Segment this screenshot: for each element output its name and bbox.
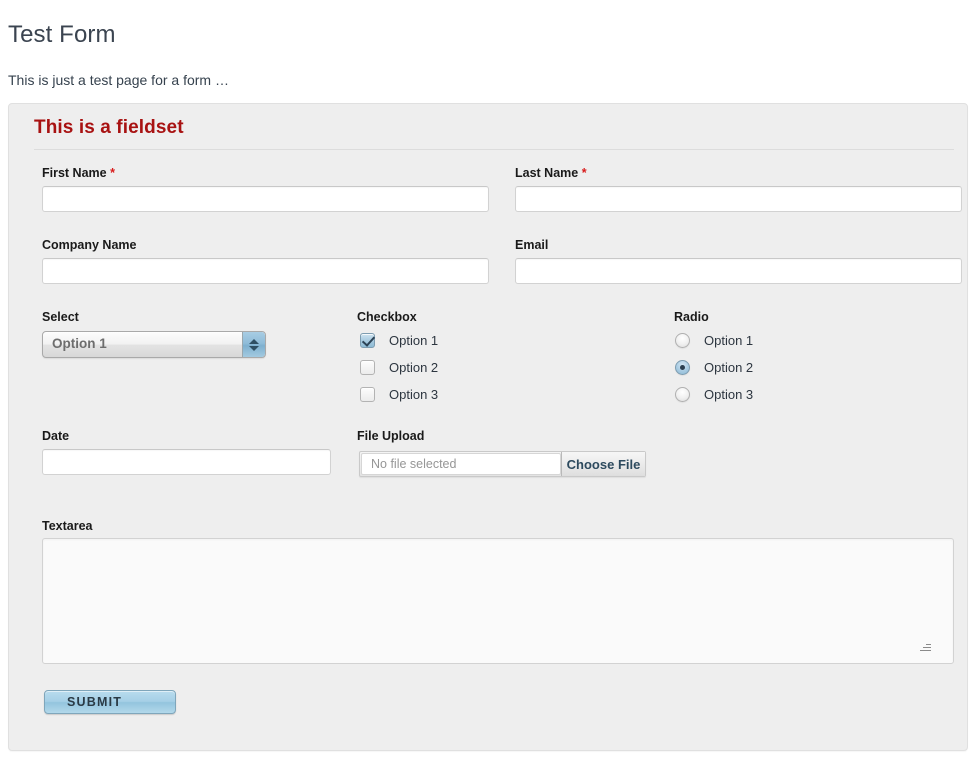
checkbox-option-1-label: Option 1 [389, 333, 439, 348]
last-name-input[interactable] [515, 186, 962, 212]
select-label: Select [42, 310, 79, 324]
radio-icon-unselected[interactable] [675, 387, 690, 402]
checkbox-option-1[interactable]: Option 1 [360, 333, 438, 348]
date-input[interactable] [42, 449, 331, 475]
fieldset-legend: This is a fieldset [34, 117, 184, 138]
first-name-label-text: First Name [42, 166, 107, 180]
legend-divider [34, 149, 954, 150]
company-name-input[interactable] [42, 258, 489, 284]
checkbox-icon-checked[interactable] [360, 333, 375, 348]
chevron-up-icon [249, 338, 259, 344]
company-name-label: Company Name [42, 238, 137, 252]
first-name-label: First Name * [42, 166, 115, 180]
select-dropdown[interactable]: Option 1 [42, 331, 266, 358]
page-title: Test Form [8, 21, 116, 49]
choose-file-button[interactable]: Choose File [561, 452, 645, 476]
form-page: Test Form This is just a test page for a… [0, 0, 977, 760]
radio-option-3-label: Option 3 [704, 387, 754, 402]
last-name-required-mark: * [581, 166, 587, 180]
email-label: Email [515, 238, 549, 252]
first-name-input[interactable] [42, 186, 489, 212]
first-name-required-mark: * [110, 166, 115, 180]
checkbox-option-2[interactable]: Option 2 [360, 360, 438, 375]
select-stepper-icon[interactable] [242, 332, 265, 357]
checkbox-icon-unchecked[interactable] [360, 360, 375, 375]
radio-option-3[interactable]: Option 3 [675, 387, 753, 402]
chevron-down-icon [249, 345, 259, 351]
radio-option-1-label: Option 1 [704, 333, 754, 348]
radio-group-label: Radio [674, 310, 709, 324]
textarea-label: Textarea [42, 519, 93, 533]
radio-icon-unselected[interactable] [675, 333, 690, 348]
last-name-label: Last Name * [515, 166, 587, 180]
textarea-input[interactable] [42, 538, 954, 664]
checkbox-option-3-label: Option 3 [389, 387, 439, 402]
checkbox-icon-unchecked[interactable] [360, 387, 375, 402]
radio-icon-selected[interactable] [675, 360, 690, 375]
checkbox-option-2-label: Option 2 [389, 360, 439, 375]
date-label: Date [42, 429, 70, 443]
last-name-label-text: Last Name [515, 166, 579, 180]
radio-option-2-label: Option 2 [704, 360, 754, 375]
file-upload-control[interactable]: No file selected Choose File [359, 451, 646, 477]
select-selected-value: Option 1 [52, 336, 107, 351]
file-name-display: No file selected [361, 453, 561, 475]
email-input[interactable] [515, 258, 962, 284]
radio-option-2[interactable]: Option 2 [675, 360, 753, 375]
checkbox-option-3[interactable]: Option 3 [360, 387, 438, 402]
page-intro-text: This is just a test page for a form … [8, 72, 229, 88]
checkbox-group-label: Checkbox [357, 310, 417, 324]
fieldset-container: This is a fieldset First Name * Last Nam… [8, 103, 968, 751]
submit-button[interactable]: SUBMIT [44, 690, 176, 714]
file-upload-label: File Upload [357, 429, 425, 443]
radio-option-1[interactable]: Option 1 [675, 333, 753, 348]
